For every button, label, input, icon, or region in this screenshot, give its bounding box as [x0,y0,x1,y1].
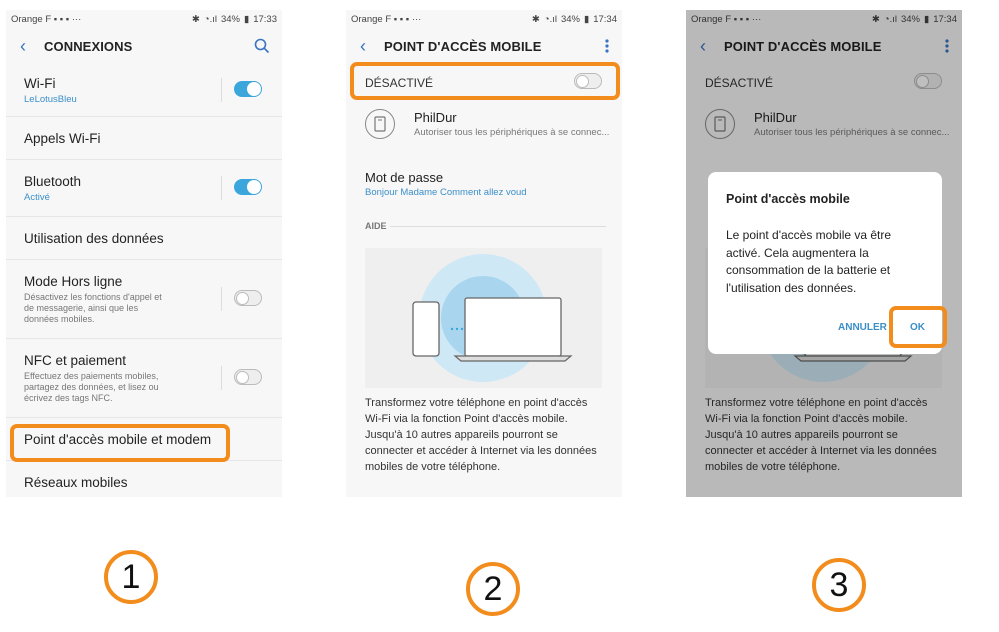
wifi-signal-icon: ◔.ıl [543,13,557,25]
screen-connexions: Orange F ▪ ▪ ▪ ··· ✱ ◔.ıl 34% ▮ 17:33 ‹ CONN… [6,10,282,497]
password-value: Bonjour Madame Comment allez voud [365,187,527,198]
screen-hotspot: Orange F ▪ ▪ ▪ ··· ✱ ◔.ıl 34% ▮ 17:34 ‹ POIN… [346,10,622,497]
battery-label: 34% [220,13,240,25]
wifi-network: LeLotusBleu [24,93,77,105]
divider [221,287,222,311]
nfc-desc: Effectuez des paiements mobiles, partage… [24,370,159,403]
mobile-networks-row[interactable]: Réseaux mobiles [6,461,282,497]
network-name: PhilDur [414,110,457,125]
bluetooth-icon: ✱ [191,13,200,25]
step-number-1: 1 [104,550,158,604]
battery-icon: ▮ [243,13,250,25]
wifi-calling-label: Appels Wi-Fi [24,130,101,146]
help-text: Transformez votre téléphone en point d'a… [365,397,597,473]
network-name-desc: Autoriser tous les périphériques à se co… [414,127,610,138]
password-label: Mot de passe [365,170,444,185]
mobile-networks-label: Réseaux mobiles [24,474,128,490]
wifi-row[interactable]: Wi-Fi LeLotusBleu [6,64,282,117]
dialog-message: Le point d'accès mobile va être activé. … [726,228,892,295]
cancel-button[interactable]: ANNULER [838,322,887,333]
airplane-mode-label: Mode Hors ligne [24,273,123,289]
airplane-mode-row[interactable]: Mode Hors ligne Désactivez les fonctions… [6,260,282,339]
divider [221,366,222,390]
data-usage-row[interactable]: Utilisation des données [6,217,282,260]
back-button[interactable]: ‹ [16,36,30,56]
divider [221,78,222,102]
step-number-3: 3 [812,558,866,612]
dialog-title: Point d'accès mobile [726,192,850,206]
device-icon [365,109,395,139]
screen-hotspot-dialog: Orange F ▪ ▪ ▪ ··· ✱ ◔.ıl 34% ▮ 17:34 ‹ POIN… [686,10,962,497]
data-usage-label: Utilisation des données [24,230,164,246]
page-title: POINT D'ACCÈS MOBILE [384,38,542,54]
airplane-mode-desc: Désactivez les fonctions d'appel et de m… [24,291,162,324]
wifi-calling-row[interactable]: Appels Wi-Fi [6,117,282,160]
wifi-signal-icon: ◔.ıl [203,13,217,25]
wifi-label: Wi-Fi [24,75,56,91]
battery-label: 34% [560,13,580,25]
bluetooth-toggle[interactable] [234,179,262,195]
app-header: ‹ POINT D'ACCÈS MOBILE [346,28,622,64]
help-section-label: AIDE [365,221,387,231]
network-name-row[interactable]: PhilDur Autoriser tous les périphériques… [346,106,622,146]
nfc-row[interactable]: NFC et paiement Effectuez des paiements … [6,339,282,418]
wifi-toggle[interactable] [234,81,262,97]
more-options-icon[interactable] [604,38,610,54]
bluetooth-label: Bluetooth [24,173,82,189]
clock: 17:34 [593,13,617,25]
carrier-label: Orange F ▪ ▪ ▪ ··· [11,13,82,25]
nfc-label: NFC et paiement [24,352,127,368]
airplane-mode-toggle[interactable] [234,290,262,306]
bluetooth-status: Activé [24,191,50,203]
bluetooth-row[interactable]: Bluetooth Activé [6,160,282,217]
status-bar: Orange F ▪ ▪ ▪ ··· ✱ ◔.ıl 34% ▮ 17:34 [346,10,622,28]
battery-icon: ▮ [583,13,590,25]
clock: 17:33 [253,13,277,25]
highlight-box [350,62,620,100]
nfc-toggle[interactable] [234,369,262,385]
carrier-label: Orange F ▪ ▪ ▪ ··· [351,13,422,25]
page-title: CONNEXIONS [44,38,133,54]
highlight-box [10,424,230,462]
illustration-graphic [412,254,573,382]
password-row[interactable]: Mot de passe Bonjour Madame Comment alle… [346,168,622,202]
search-icon[interactable] [254,38,270,54]
back-button[interactable]: ‹ [356,36,370,56]
app-header: ‹ CONNEXIONS [6,28,282,64]
bluetooth-icon: ✱ [531,13,540,25]
hotspot-illustration [365,248,602,388]
divider [221,176,222,200]
highlight-box [889,306,947,348]
status-bar: Orange F ▪ ▪ ▪ ··· ✱ ◔.ıl 34% ▮ 17:33 [6,10,282,28]
divider [390,226,606,227]
step-number-2: 2 [466,562,520,616]
